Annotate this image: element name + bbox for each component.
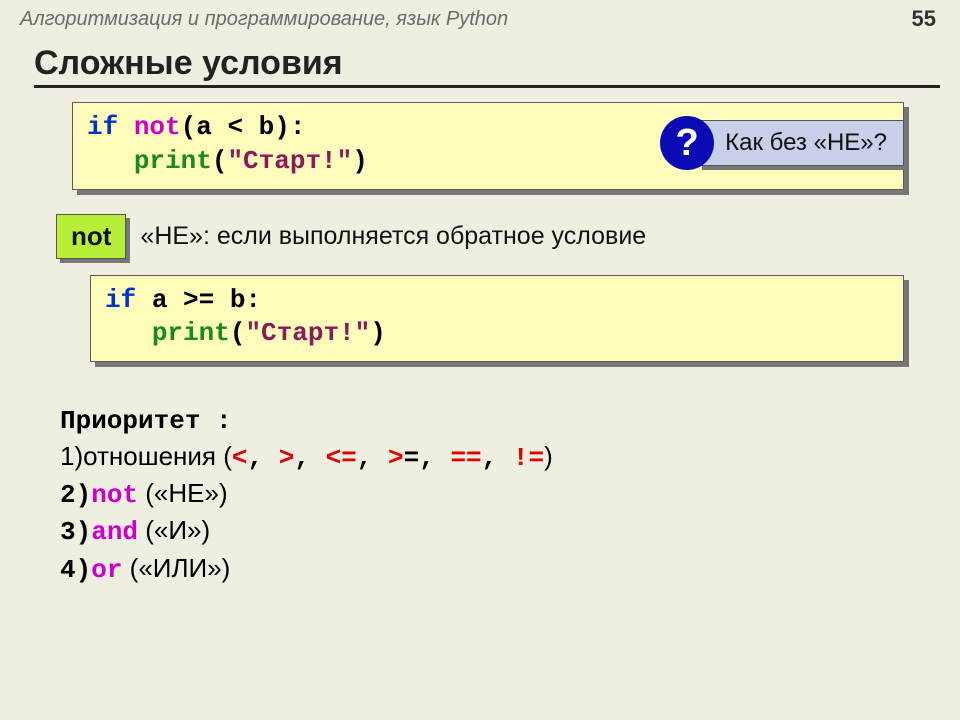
p1-suffix: ) [544, 441, 553, 471]
priority-item-4: 4)or («ИЛИ») [60, 551, 960, 588]
subject-label: Алгоритмизация и программирование, язык … [20, 8, 508, 31]
slide-title: Сложные условия [34, 44, 960, 83]
op-le: <= [326, 443, 357, 473]
priority-item-1: 1)отношения (<, >, <=, >=, ==, !=) [60, 439, 960, 476]
question-mark-icon: ? [660, 116, 714, 170]
code-text: a >= b: [136, 285, 261, 315]
title-underline [34, 85, 940, 88]
p1-prefix: 1)отношения ( [60, 441, 232, 471]
priority-item-3: 3)and («И») [60, 513, 960, 550]
paren-close: ) [352, 146, 368, 176]
kw-or: or [91, 555, 122, 585]
op-gt: > [279, 443, 295, 473]
op-ge-2: = [404, 443, 420, 473]
string-literal: "Старт!" [227, 146, 352, 176]
question-text: Как без «НЕ»? [698, 120, 904, 166]
priority-heading: Приоритет : [60, 404, 960, 439]
kw-not: not [118, 112, 180, 142]
not-explanation-row: not «НЕ»: если выполняется обратное усло… [56, 214, 960, 259]
paren-close: ) [370, 318, 386, 348]
string-literal: "Старт!" [245, 318, 370, 348]
slide-header: Алгоритмизация и программирование, язык … [0, 0, 960, 36]
code-text: (a < b): [181, 112, 306, 142]
priority-item-2: 2)not («НЕ») [60, 476, 960, 513]
op-ne: != [513, 443, 544, 473]
indent [87, 146, 134, 176]
op-ge-1: > [388, 443, 404, 473]
kw-print: print [134, 146, 212, 176]
code-block-2: if a >= b: print("Старт!") [90, 275, 904, 363]
question-callout: ? Как без «НЕ»? [660, 116, 904, 170]
paren-open: ( [212, 146, 228, 176]
kw-print: print [152, 318, 230, 348]
not-description: «НЕ»: если выполняется обратное условие [140, 222, 646, 251]
priority-list: Приоритет : 1)отношения (<, >, <=, >=, =… [60, 404, 960, 587]
op-eq: == [450, 443, 481, 473]
op-lt: < [232, 443, 248, 473]
not-badge: not [56, 214, 126, 259]
indent [105, 318, 152, 348]
page-number: 55 [912, 6, 936, 32]
kw-if: if [105, 285, 136, 315]
kw-and: and [91, 517, 138, 547]
paren-open: ( [230, 318, 246, 348]
kw-if: if [87, 112, 118, 142]
kw-not: not [91, 480, 138, 510]
